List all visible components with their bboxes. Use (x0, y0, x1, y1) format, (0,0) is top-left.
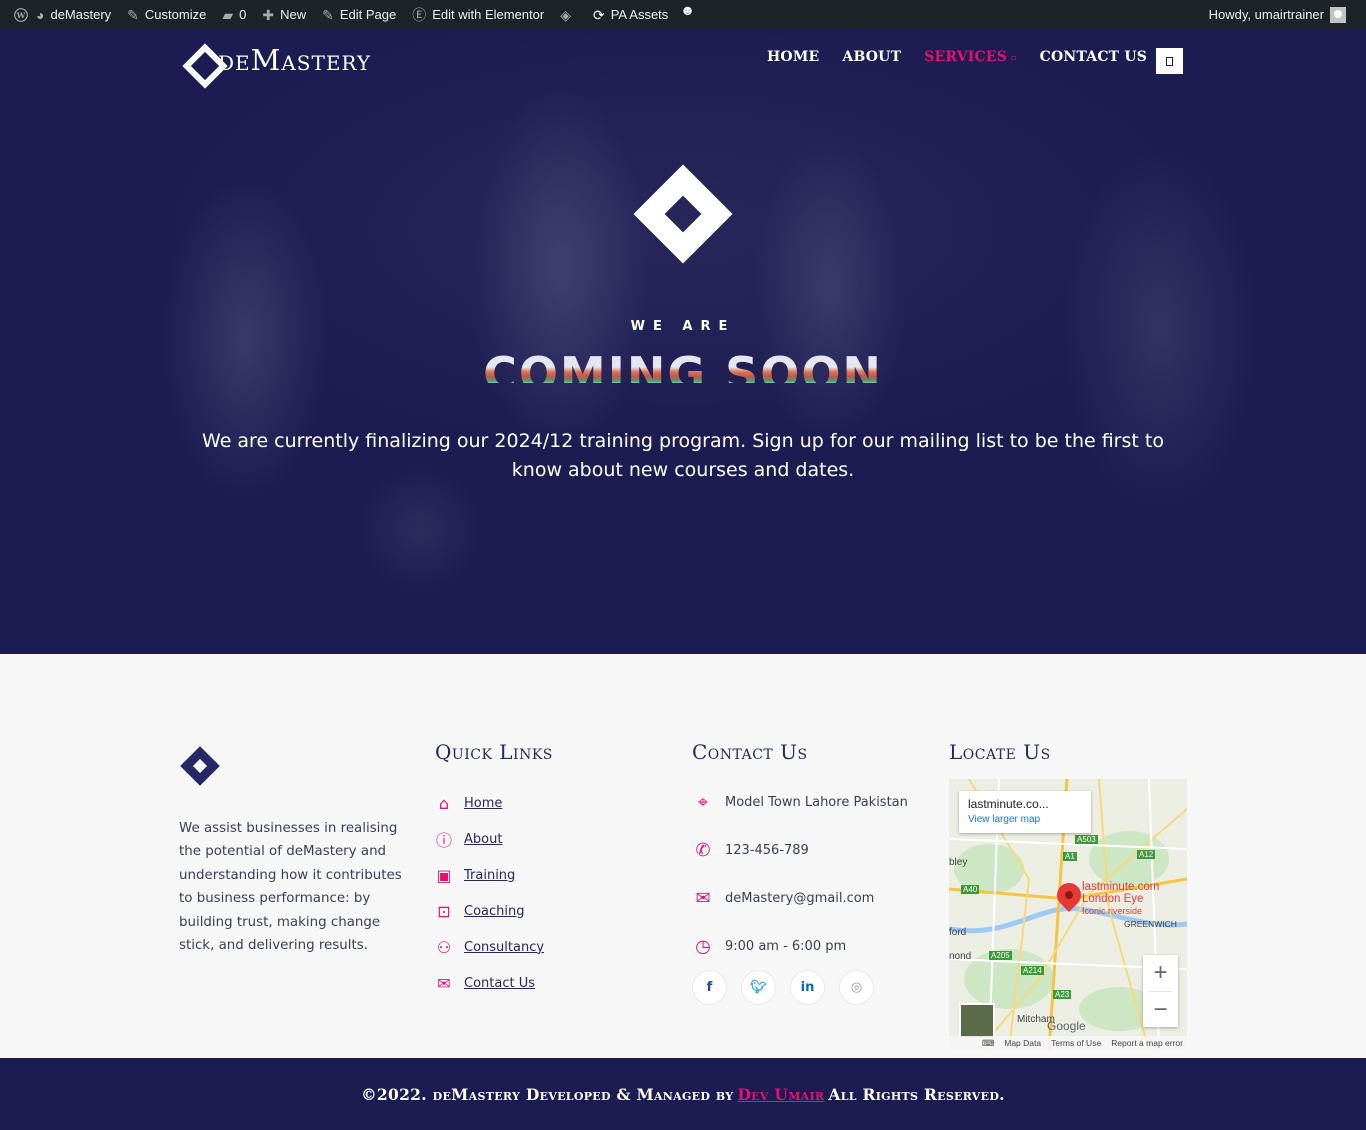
twitter-icon[interactable]: 🐦︎ (741, 970, 776, 1005)
keyboard-icon: ⌨ (981, 1037, 995, 1048)
admin-premium-addons[interactable]: ◈ (552, 0, 585, 29)
author-link[interactable]: Dev Umair (737, 1085, 824, 1104)
contact-list: ⌖ Model Town Lahore Pakistan ✆ 123-456-789… (691, 778, 908, 970)
refresh-icon: ⟳ (592, 6, 605, 23)
quick-link-contact[interactable]: ✉ Contact Us (434, 965, 544, 1001)
map-attribution: ⌨ Map Data Terms of Use Report a map err… (949, 1036, 1187, 1050)
main-header: deMastery HOME ABOUT SERVICES ▫ CONTACT U… (0, 29, 1366, 91)
info-icon: ⓘ (435, 831, 452, 850)
contact-hours: ◷ 9:00 am - 6:00 pm (691, 922, 908, 970)
admin-customize[interactable]: ✎ Customize (119, 0, 214, 29)
brush-icon: ✎ (127, 6, 139, 23)
social-links: f 🐦︎ in ◎ (692, 970, 888, 1005)
admin-edit-elementor[interactable]: Ⓔ Edit with Elementor (404, 0, 552, 29)
logo-diamond-icon (184, 45, 214, 75)
map-place-label: lastminute.com London Eye Iconic riversi… (1082, 881, 1160, 916)
hero-animated-heading: COMING SOON (0, 347, 1366, 383)
quick-link-home[interactable]: ⌂ Home (434, 785, 544, 821)
zoom-in-button[interactable]: + (1143, 955, 1178, 991)
admin-new[interactable]: ✚ New (254, 0, 314, 29)
avatar (1330, 6, 1346, 23)
svg-text:W: W (16, 10, 26, 19)
terms-link[interactable]: Terms of Use (1051, 1038, 1101, 1048)
dropdown-icon: ▫ (1011, 52, 1017, 62)
coaching-icon: ⊡ (437, 901, 451, 921)
debug-icon: ☻ (680, 1, 696, 18)
quick-link-about[interactable]: ⓘ About (434, 821, 544, 857)
footer-logo-icon (180, 746, 220, 786)
pencil-icon: ✎ (322, 6, 334, 23)
phone-icon: ✆ (695, 839, 711, 861)
hero-background-image (0, 29, 1366, 654)
admin-comments[interactable]: ▰ 0 (214, 0, 254, 29)
admin-edit-page[interactable]: ✎ Edit Page (314, 0, 404, 29)
clock-icon: ◷ (695, 935, 711, 957)
report-error-link[interactable]: Report a map error (1111, 1038, 1183, 1048)
training-icon: ▣ (436, 865, 452, 885)
consultancy-icon: ⚇ (436, 937, 452, 957)
map-zoom-controls: + − (1143, 955, 1178, 1027)
footer: We assist businesses in realising the po… (0, 654, 1366, 1058)
contact-heading: Contact Us (692, 740, 808, 764)
zoom-out-button[interactable]: − (1143, 992, 1178, 1028)
premium-addons-icon: ◈ (560, 6, 571, 23)
square-icon (1166, 56, 1173, 66)
quick-links-list: ⌂ Home ⓘ About ▣ Training ⊡ Coaching ⚇ Consul… (434, 785, 544, 1001)
hero-kicker: WE ARE (630, 319, 736, 334)
map-data-link[interactable]: Map Data (1004, 1038, 1041, 1048)
copyright-bar: ©2022. deMastery Developed & Managed by … (0, 1058, 1366, 1130)
google-logo: Google (1047, 1019, 1086, 1033)
quick-links-heading: Quick Links (435, 740, 553, 764)
map-info-card: lastminute.co... View larger map (959, 791, 1091, 833)
main-menu: HOME ABOUT SERVICES ▫ CONTACT US (767, 49, 1170, 65)
quick-link-consultancy[interactable]: ⚇ Consultancy (434, 929, 544, 965)
contact-address: ⌖ Model Town Lahore Pakistan (691, 778, 908, 826)
quick-link-coaching[interactable]: ⊡ Coaching (434, 893, 544, 929)
admin-site-name[interactable]: ◕ deMastery (28, 0, 119, 29)
mail-icon: ✉ (695, 887, 711, 909)
header-toggle-button[interactable] (1156, 48, 1183, 74)
contact-email[interactable]: ✉ deMastery@gmail.com (691, 874, 908, 922)
plus-icon: ✚ (262, 6, 275, 23)
site-logo[interactable]: deMastery (184, 43, 371, 77)
envelope-icon: ✉ (437, 973, 451, 993)
admin-pa-assets[interactable]: ⟳ PA Assets ☻ (585, 0, 709, 29)
menu-item-contact[interactable]: CONTACT US (1040, 49, 1147, 65)
google-map[interactable]: bley ford nond GREENWICH Mitcham A1 A12 … (949, 779, 1187, 1050)
quick-link-training[interactable]: ▣ Training (434, 857, 544, 893)
contact-phone[interactable]: ✆ 123-456-789 (691, 826, 908, 874)
menu-item-home[interactable]: HOME (767, 49, 819, 65)
linkedin-icon[interactable]: in (790, 970, 825, 1005)
admin-account[interactable]: Howdy, umairtrainer (1209, 6, 1366, 23)
facebook-icon[interactable]: f (692, 970, 727, 1005)
locate-heading: Locate Us (949, 740, 1051, 764)
view-larger-map-link[interactable]: View larger map (968, 814, 1082, 825)
hero-section: deMastery HOME ABOUT SERVICES ▫ CONTACT U… (0, 29, 1366, 654)
satellite-toggle[interactable] (959, 1003, 995, 1039)
admin-bar: W ◕ deMastery ✎ Customize ▰ 0 ✚ New ✎ Edit Pa… (0, 0, 1366, 29)
comment-icon: ▰ (222, 6, 234, 23)
menu-item-about[interactable]: ABOUT (842, 49, 901, 65)
instagram-icon[interactable]: ◎ (839, 970, 874, 1005)
footer-about-text: We assist businesses in realising the po… (179, 821, 402, 954)
hero-description: We are currently finalizing our 2024/12 … (202, 430, 1164, 481)
menu-item-services[interactable]: SERVICES ▫ (924, 49, 1016, 65)
location-pin-icon: ⌖ (697, 791, 709, 813)
dashboard-icon: ◕ (36, 6, 45, 23)
home-icon: ⌂ (438, 793, 450, 813)
elementor-icon: Ⓔ (412, 6, 427, 23)
wordpress-logo-icon[interactable]: W (0, 0, 28, 29)
